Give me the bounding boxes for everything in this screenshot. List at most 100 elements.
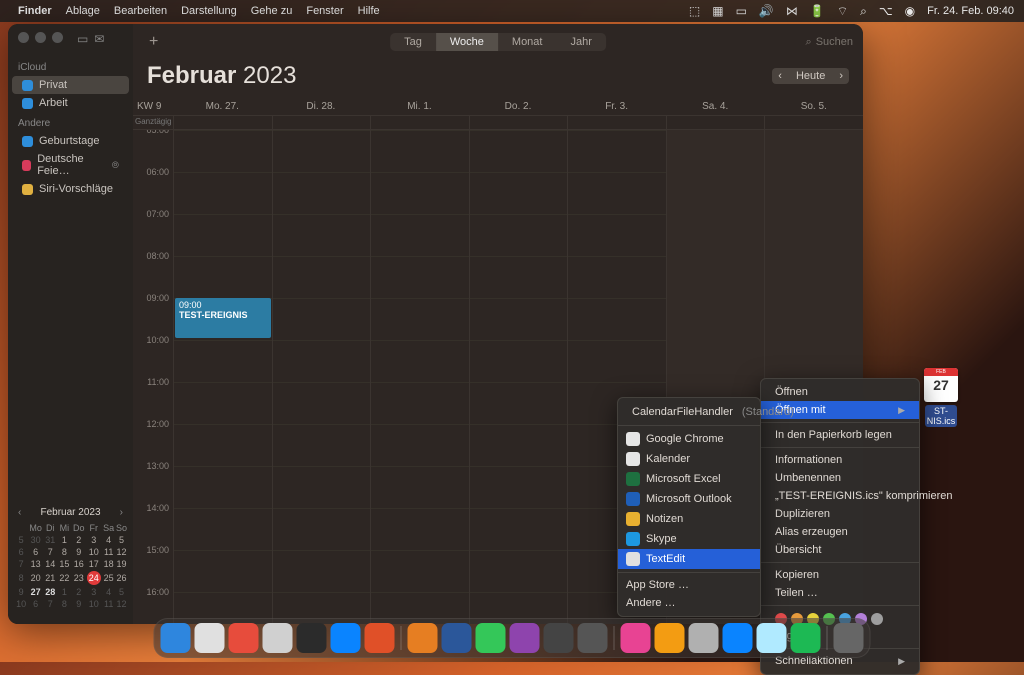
ctx-duplicate[interactable]: Duplizieren [761,505,919,523]
checkbox-icon[interactable] [22,136,33,147]
menu-window[interactable]: Fenster [306,5,343,17]
mini-cal-day[interactable]: 27 [28,586,43,598]
traffic-min[interactable] [35,32,46,43]
ctx-trash[interactable]: In den Papierkorb legen [761,426,919,444]
mini-cal-day[interactable]: 9 [14,586,28,598]
view-month[interactable]: Monat [498,33,557,51]
day-header[interactable]: Mi. 1. [370,98,469,115]
dock-app[interactable] [757,623,787,653]
sub-other[interactable]: Andere … [618,594,760,612]
inbox-icon[interactable]: ✉ [94,32,104,46]
siri-icon[interactable]: ◉ [905,4,915,18]
mini-cal-day[interactable]: 10 [14,598,28,610]
mini-cal-day[interactable]: 18 [101,558,115,570]
sub-app-item[interactable]: Notizen [618,509,760,529]
mini-cal-day[interactable]: 7 [43,598,57,610]
mini-cal-day[interactable]: 5 [116,586,127,598]
battery-icon[interactable]: 🔋 [810,4,825,18]
mini-cal-day[interactable]: 6 [28,546,43,558]
mini-cal-day[interactable]: 9 [72,546,87,558]
checkbox-icon[interactable] [22,160,31,171]
mini-cal-day[interactable]: 10 [86,546,101,558]
day-header[interactable]: Do. 2. [469,98,568,115]
mini-cal-day[interactable]: 26 [116,570,127,586]
ctx-rename[interactable]: Umbenennen [761,469,919,487]
mini-cal-day[interactable]: 11 [101,546,115,558]
view-day[interactable]: Tag [390,33,436,51]
dock-app[interactable] [834,623,864,653]
mini-cal-day[interactable]: 9 [72,598,87,610]
stage-manager-icon[interactable]: ▦ [712,4,723,18]
search-icon[interactable]: ⌕ [860,4,867,19]
ctx-copy[interactable]: Kopieren [761,566,919,584]
mini-cal-day[interactable]: 2 [72,534,87,546]
mini-cal-day[interactable]: 4 [101,534,115,546]
mini-cal-day[interactable]: 8 [57,546,71,558]
dock-app[interactable] [365,623,395,653]
mini-cal-day[interactable]: 3 [86,586,101,598]
sub-app-item[interactable]: Kalender [618,449,760,469]
day-column[interactable] [469,130,568,624]
menu-edit[interactable]: Bearbeiten [114,5,167,17]
app-name[interactable]: Finder [18,5,52,17]
view-year[interactable]: Jahr [556,33,605,51]
control-center-icon[interactable]: ⌥ [879,4,893,18]
dock-app[interactable] [408,623,438,653]
dock-app[interactable] [655,623,685,653]
dock-app[interactable] [544,623,574,653]
sub-default-app[interactable]: CalendarFileHandler(Standard) [618,402,760,422]
calendars-icon[interactable]: ▭ [77,32,88,46]
prev-week-button[interactable]: ‹ [772,68,788,84]
menu-help[interactable]: Hilfe [358,5,380,17]
ctx-overview[interactable]: Übersicht [761,541,919,559]
mini-cal-day[interactable]: 3 [86,534,101,546]
dock-app[interactable] [297,623,327,653]
sub-app-item[interactable]: Google Chrome [618,429,760,449]
dock-app[interactable] [510,623,540,653]
calendar-event[interactable]: 09:00 TEST-EREIGNIS [175,298,271,338]
screen-mirror-icon[interactable]: ▭ [736,4,747,18]
mini-cal-day[interactable]: 28 [43,586,57,598]
wifi-icon[interactable]: ⌔ [837,4,848,19]
ctx-alias[interactable]: Alias erzeugen [761,523,919,541]
sidebar-cal-arbeit[interactable]: Arbeit [12,94,129,112]
menubar-datetime[interactable]: Fr. 24. Feb. 09:40 [927,5,1014,17]
mini-cal-day[interactable]: 17 [86,558,101,570]
mini-cal-day[interactable]: 6 [14,546,28,558]
mini-cal-day[interactable]: 7 [14,558,28,570]
dock-app[interactable] [578,623,608,653]
ctx-open[interactable]: Öffnen [761,383,919,401]
dock-app[interactable] [476,623,506,653]
mini-cal-prev[interactable]: ‹ [18,507,21,518]
dock-app[interactable] [195,623,225,653]
mini-cal-day[interactable]: 6 [28,598,43,610]
checkbox-icon[interactable] [22,80,33,91]
mini-cal-day[interactable]: 2 [72,586,87,598]
mini-cal-day[interactable]: 31 [43,534,57,546]
add-event-button[interactable]: + [143,33,164,51]
checkbox-icon[interactable] [22,98,33,109]
mini-cal-day[interactable]: 13 [28,558,43,570]
tag-color[interactable] [871,613,883,625]
ctx-info[interactable]: Informationen [761,451,919,469]
dropbox-icon[interactable]: ⬚ [689,4,700,18]
traffic-max[interactable] [52,32,63,43]
dock-app[interactable] [161,623,191,653]
menu-file[interactable]: Ablage [66,5,100,17]
sidebar-cal-siri[interactable]: Siri-Vorschläge [12,180,129,198]
sidebar-cal-privat[interactable]: Privat [12,76,129,94]
dock-app[interactable] [263,623,293,653]
mini-cal-day[interactable]: 20 [28,570,43,586]
sub-appstore[interactable]: App Store … [618,576,760,594]
mini-cal-day[interactable]: 15 [57,558,71,570]
day-column[interactable]: 09:00 TEST-EREIGNIS [173,130,272,624]
mini-cal-day[interactable]: 5 [14,534,28,546]
menu-go[interactable]: Gehe zu [251,5,293,17]
mini-cal-day[interactable]: 21 [43,570,57,586]
bluetooth-icon[interactable]: ⋈ [786,4,798,18]
view-week[interactable]: Woche [436,33,498,51]
dock-app[interactable] [689,623,719,653]
desktop-file-ics[interactable]: FEB 27 ST-NIS.ics [920,368,962,427]
sub-app-item[interactable]: Microsoft Outlook [618,489,760,509]
mini-cal-day[interactable]: 8 [57,598,71,610]
